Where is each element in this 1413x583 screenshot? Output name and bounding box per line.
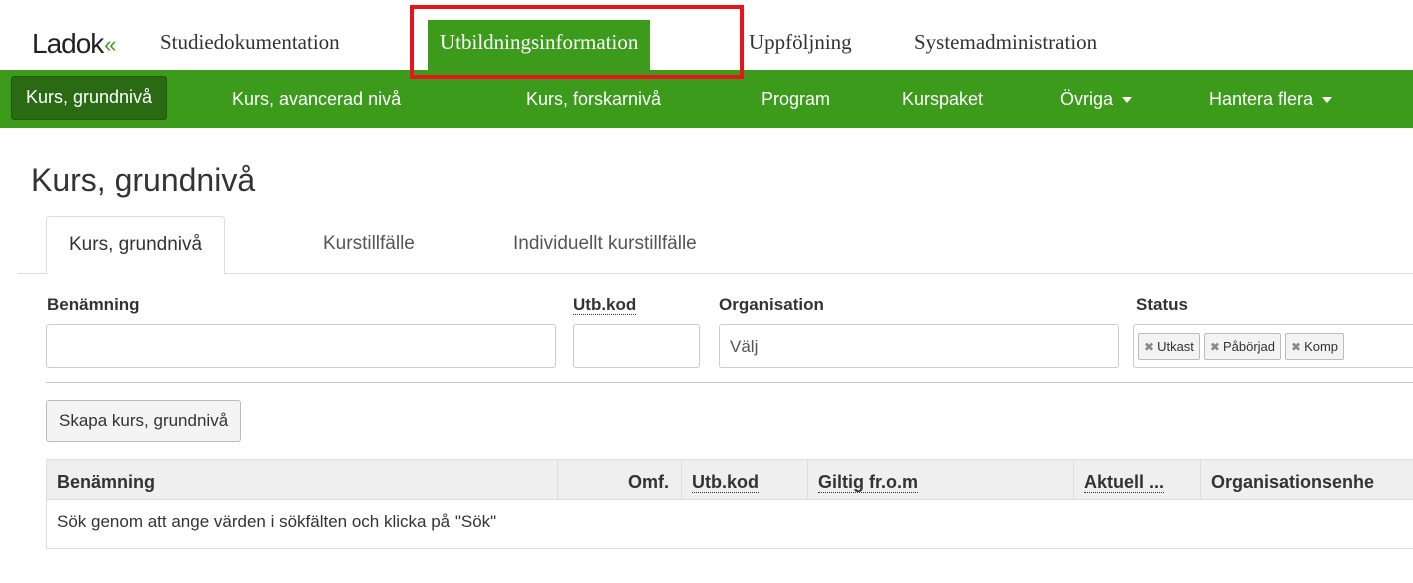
nav-kurspaket[interactable]: Kurspaket — [888, 70, 997, 128]
col-organisationsenhet[interactable]: Organisationsenhe — [1200, 460, 1413, 500]
tab-kurs-grundniva[interactable]: Kurs, grundnivå — [46, 216, 226, 275]
remove-icon[interactable]: ✖ — [1210, 340, 1220, 354]
remove-icon[interactable]: ✖ — [1291, 340, 1301, 354]
nav-ovriga-label: Övriga — [1060, 89, 1114, 109]
page-title: Kurs, grundnivå — [31, 162, 256, 198]
organisation-select[interactable]: Välj — [719, 324, 1119, 368]
col-omf[interactable]: Omf. — [557, 460, 681, 500]
nav-kurs-forskarniva[interactable]: Kurs, forskarnivå — [512, 70, 675, 128]
tab-individuellt-kurstillfalle[interactable]: Individuellt kurstillfälle — [491, 216, 719, 274]
create-course-button[interactable]: Skapa kurs, grundnivå — [46, 400, 242, 442]
tab-kurstillfalle[interactable]: Kurstillfälle — [301, 216, 437, 274]
module-systemadministration[interactable]: Systemadministration — [914, 30, 1097, 55]
main-navbar: Kurs, grundnivå Kurs, avancerad nivå Kur… — [0, 70, 1413, 128]
ladok-logo[interactable]: Ladok« — [32, 28, 117, 60]
col-giltig-from-label: Giltig fr.o.m — [818, 472, 919, 493]
status-chip-label: Komp — [1304, 339, 1339, 354]
status-chip-label: Påbörjad — [1222, 339, 1276, 354]
col-aktuell[interactable]: Aktuell ... — [1073, 460, 1200, 500]
module-utbildningsinformation[interactable]: Utbildningsinformation — [428, 20, 651, 70]
utbkod-label-text: Utb.kod — [573, 295, 637, 315]
benamning-label: Benämning — [47, 295, 140, 314]
status-label: Status — [1136, 295, 1188, 314]
logo-chevron-icon: « — [104, 32, 116, 57]
module-uppfoljning[interactable]: Uppföljning — [749, 30, 852, 55]
tab-bar: Kurs, grundnivå Kurstillfälle Individuel… — [18, 216, 1413, 275]
status-multiselect[interactable]: ✖ Utkast ✖ Påbörjad ✖ Komp — [1133, 324, 1413, 368]
status-chip-utkast[interactable]: ✖ Utkast — [1138, 333, 1200, 360]
nav-ovriga-dropdown[interactable]: Övriga — [1046, 70, 1146, 128]
utbkod-label: Utb.kod — [573, 295, 637, 315]
nav-kurs-avancerad-niva[interactable]: Kurs, avancerad nivå — [218, 70, 415, 128]
empty-results-message: Sök genom att ange värden i sökfälten oc… — [57, 512, 497, 531]
caret-down-icon — [1122, 97, 1133, 104]
utbkod-input[interactable] — [573, 324, 700, 368]
organisation-label: Organisation — [719, 295, 824, 314]
status-chip-komp[interactable]: ✖ Komp — [1285, 333, 1345, 360]
nav-program[interactable]: Program — [747, 70, 844, 128]
remove-icon[interactable]: ✖ — [1144, 340, 1154, 354]
col-aktuell-label: Aktuell ... — [1084, 472, 1165, 493]
divider — [46, 382, 1413, 383]
results-table: Benämning Omf. Utb.kod Giltig fr.o.m Akt… — [46, 459, 1413, 549]
caret-down-icon — [1322, 97, 1333, 104]
benamning-input[interactable] — [46, 324, 556, 368]
status-chip-label: Utkast — [1157, 339, 1194, 354]
module-studiedokumentation[interactable]: Studiedokumentation — [160, 30, 340, 55]
status-chip-paborjad[interactable]: ✖ Påbörjad — [1203, 333, 1282, 360]
nav-hantera-flera-dropdown[interactable]: Hantera flera — [1195, 70, 1346, 128]
col-utbkod-label: Utb.kod — [692, 472, 759, 493]
col-giltig-from[interactable]: Giltig fr.o.m — [807, 460, 1073, 500]
col-utbkod[interactable]: Utb.kod — [681, 460, 807, 500]
nav-hantera-flera-label: Hantera flera — [1209, 89, 1314, 109]
nav-kurs-grundniva[interactable]: Kurs, grundnivå — [11, 76, 168, 120]
results-header: Benämning Omf. Utb.kod Giltig fr.o.m Akt… — [47, 460, 1413, 500]
col-benamning[interactable]: Benämning — [47, 460, 557, 500]
